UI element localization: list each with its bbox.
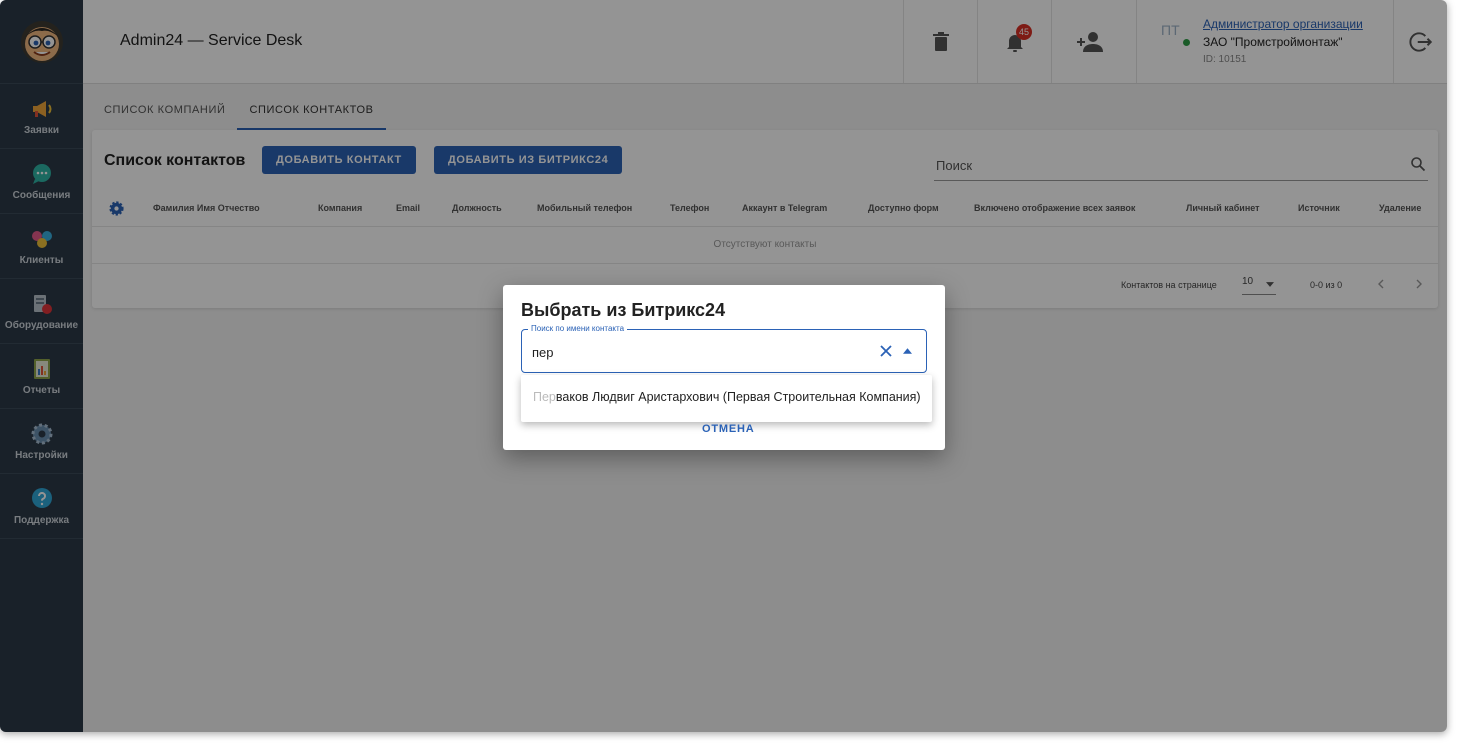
contact-search-input[interactable] <box>530 341 864 363</box>
autocomplete-dropdown: Перваков Людвиг Аристархович (Первая Стр… <box>521 375 932 422</box>
option-match: Пер <box>533 390 556 404</box>
option-text: ваков Людвиг Аристархович (Первая Строит… <box>555 390 921 404</box>
close-icon[interactable] <box>879 344 893 358</box>
contact-search-field: Поиск по имени контакта <box>521 324 927 373</box>
cancel-button[interactable]: Отмена <box>696 422 760 436</box>
autocomplete-option[interactable]: Перваков Людвиг Аристархович (Первая Стр… <box>521 375 932 422</box>
dialog-title: Выбрать из Битрикс24 <box>521 300 726 320</box>
app-window: Заявки Сообщения Клиенты Оборудование От… <box>0 0 1447 732</box>
field-label: Поиск по имени контакта <box>528 324 628 333</box>
caret-up-icon[interactable] <box>903 347 912 355</box>
bitrix-select-dialog: Выбрать из Битрикс24 Поиск по имени конт… <box>503 285 945 450</box>
